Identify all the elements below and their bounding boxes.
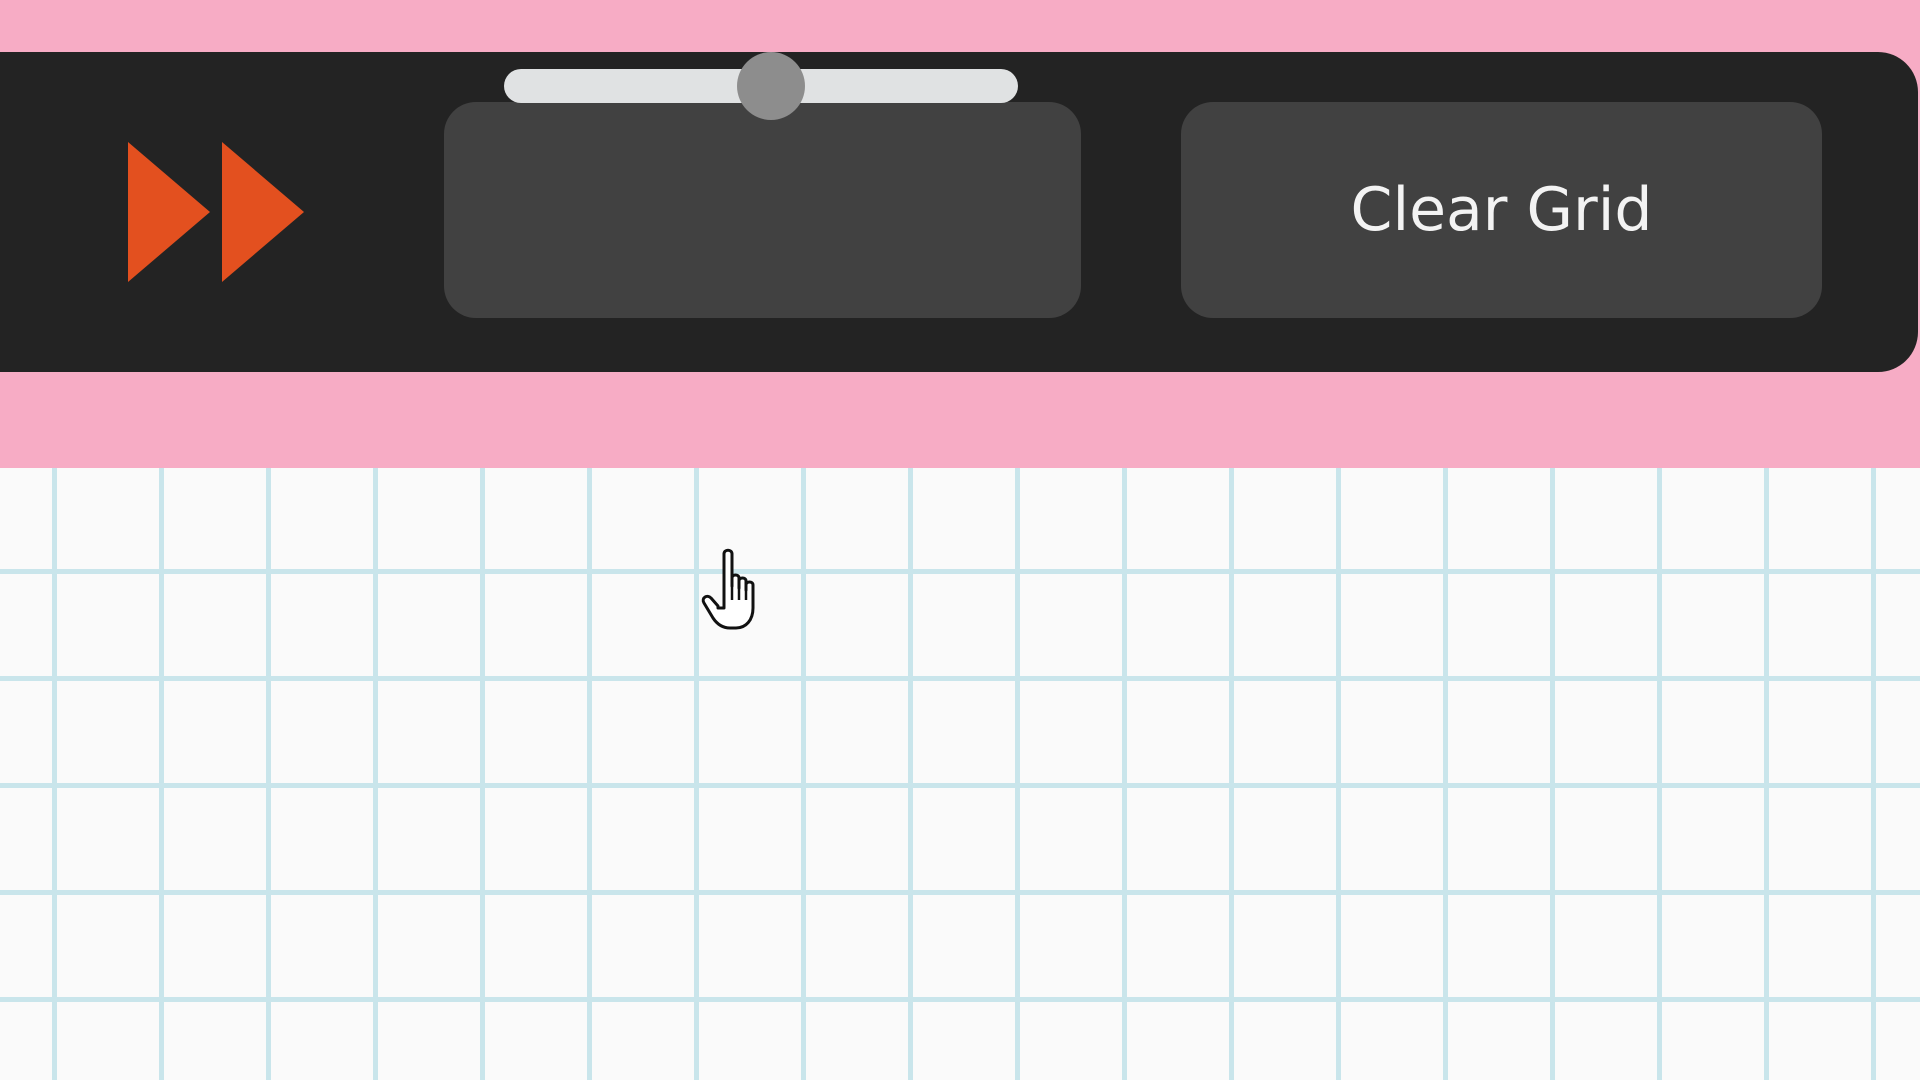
speed-slider-panel	[444, 52, 1081, 318]
fast-forward-button[interactable]	[118, 132, 328, 292]
toolbar: Clear Grid	[0, 52, 1918, 372]
clear-grid-button[interactable]: Clear Grid	[1181, 102, 1822, 318]
drawing-grid[interactable]	[0, 468, 1920, 1080]
speed-slider-track[interactable]	[504, 52, 1018, 120]
speed-slider-thumb[interactable]	[737, 52, 806, 120]
fast-forward-icon	[128, 142, 304, 282]
